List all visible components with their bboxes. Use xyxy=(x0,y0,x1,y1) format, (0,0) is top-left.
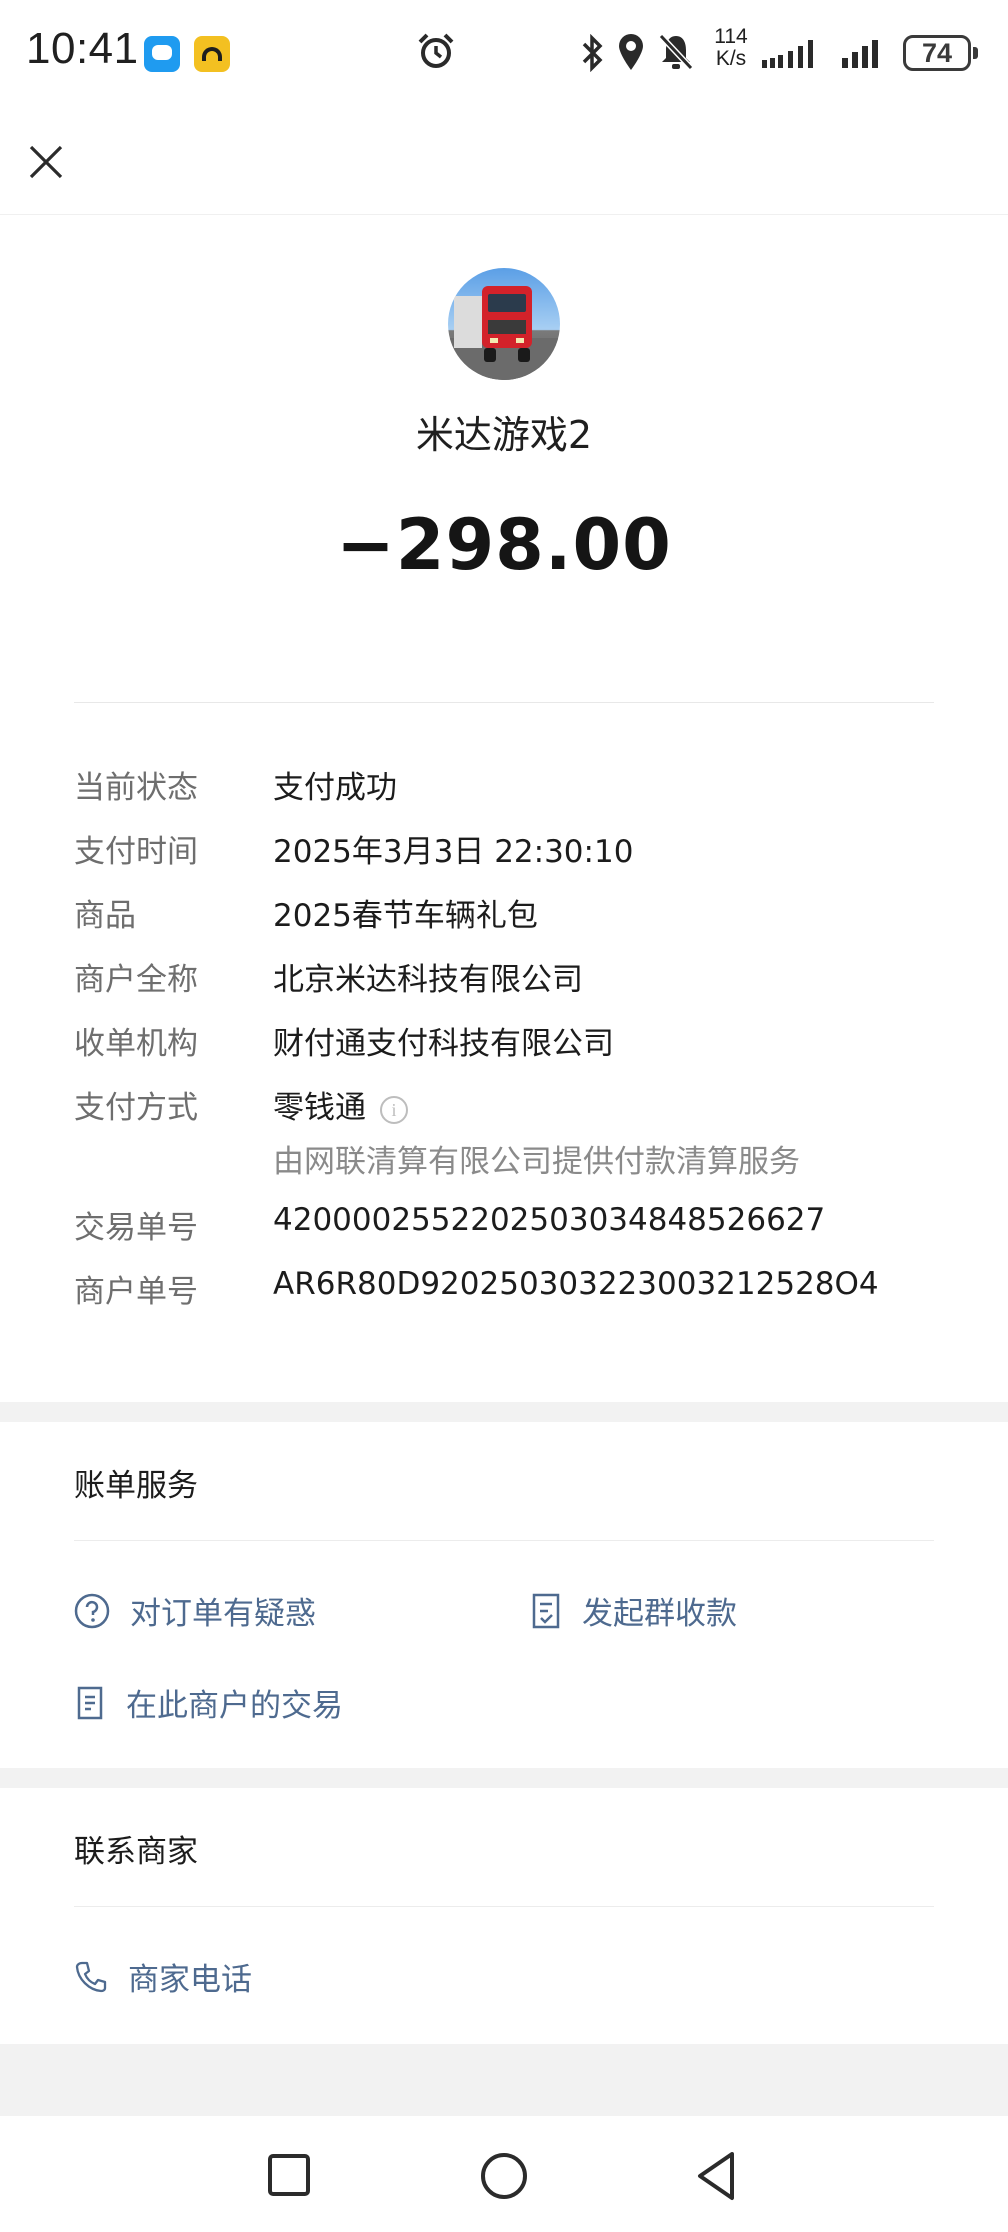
payment-amount: −298.00 xyxy=(336,504,672,586)
detail-label: 收单机构 xyxy=(74,1026,198,1062)
divider xyxy=(74,1540,934,1541)
signal-icon xyxy=(762,40,813,68)
net-speed-value: 114 xyxy=(714,25,748,48)
detail-value: 2025春节车辆礼包 xyxy=(273,898,538,934)
merchant-transactions-label: 在此商户的交易 xyxy=(126,1688,343,1724)
phone-icon xyxy=(75,1961,107,1992)
status-bar: 10:41 114 K/s 74 xyxy=(0,0,1008,108)
group-collect-link[interactable]: 发起群收款 xyxy=(530,1588,737,1633)
detail-label: 支付时间 xyxy=(74,834,198,870)
close-button[interactable] xyxy=(20,136,72,188)
order-question-link[interactable]: 对订单有疑惑 xyxy=(74,1588,316,1633)
location-icon xyxy=(619,34,643,70)
payment-method-value: 零钱通 xyxy=(273,1090,366,1126)
bottom-spacer xyxy=(0,2044,1008,2116)
question-circle-icon xyxy=(74,1593,110,1628)
detail-label: 商户全称 xyxy=(74,962,198,998)
recent-apps-icon[interactable] xyxy=(260,2146,320,2206)
document-icon xyxy=(77,1686,103,1719)
header-divider xyxy=(0,214,1008,215)
group-collect-icon xyxy=(532,1593,560,1628)
merchant-avatar xyxy=(448,268,560,380)
merchant-transactions-link[interactable]: 在此商户的交易 xyxy=(74,1680,343,1725)
payment-method-note: 由网联清算有限公司提供付款清算服务 xyxy=(273,1144,800,1180)
order-question-label: 对订单有疑惑 xyxy=(130,1596,316,1632)
back-icon[interactable] xyxy=(688,2146,748,2206)
group-collect-label: 发起群收款 xyxy=(582,1596,737,1632)
contact-merchant-title: 联系商家 xyxy=(74,1834,198,1870)
net-speed: 114 K/s xyxy=(706,26,756,70)
net-speed-unit: K/s xyxy=(715,47,747,70)
signal-icon xyxy=(842,40,878,68)
detail-label: 商品 xyxy=(74,898,136,934)
message-app-icon xyxy=(144,36,180,72)
detail-value[interactable]: 4200002552202503034848526627 xyxy=(273,1202,825,1238)
system-nav-bar xyxy=(0,2116,1008,2232)
detail-value: 零钱通 i xyxy=(273,1082,408,1127)
divider xyxy=(74,702,934,703)
merchant-phone-link[interactable]: 商家电话 xyxy=(74,1954,252,1999)
close-icon xyxy=(29,145,63,179)
battery-icon: 74 xyxy=(903,35,978,71)
home-icon[interactable] xyxy=(474,2146,534,2206)
section-separator xyxy=(0,1768,1008,1788)
info-icon[interactable]: i xyxy=(380,1096,408,1124)
truck-avatar xyxy=(448,286,560,380)
detail-label: 商户单号 xyxy=(74,1274,198,1310)
alarm-icon xyxy=(418,33,454,68)
section-separator xyxy=(0,1402,1008,1422)
detail-value[interactable]: AR6R80D920250303223003212528O4 xyxy=(273,1266,879,1302)
detail-label: 支付方式 xyxy=(74,1090,198,1126)
divider xyxy=(74,1906,934,1907)
car-app-icon xyxy=(194,36,230,72)
merchant-name: 米达游戏2 xyxy=(415,413,593,457)
detail-value: 支付成功 xyxy=(273,770,397,806)
status-time: 10:41 xyxy=(26,24,139,73)
bluetooth-icon xyxy=(582,34,603,72)
detail-value: 2025年3月3日 22:30:10 xyxy=(273,834,634,870)
detail-value: 财付通支付科技有限公司 xyxy=(273,1026,614,1062)
detail-label: 交易单号 xyxy=(74,1210,198,1246)
detail-value: 北京米达科技有限公司 xyxy=(273,962,583,998)
mute-bell-icon xyxy=(658,33,694,71)
detail-label: 当前状态 xyxy=(74,770,198,806)
merchant-phone-label: 商家电话 xyxy=(128,1962,252,1998)
bill-service-title: 账单服务 xyxy=(74,1468,198,1504)
